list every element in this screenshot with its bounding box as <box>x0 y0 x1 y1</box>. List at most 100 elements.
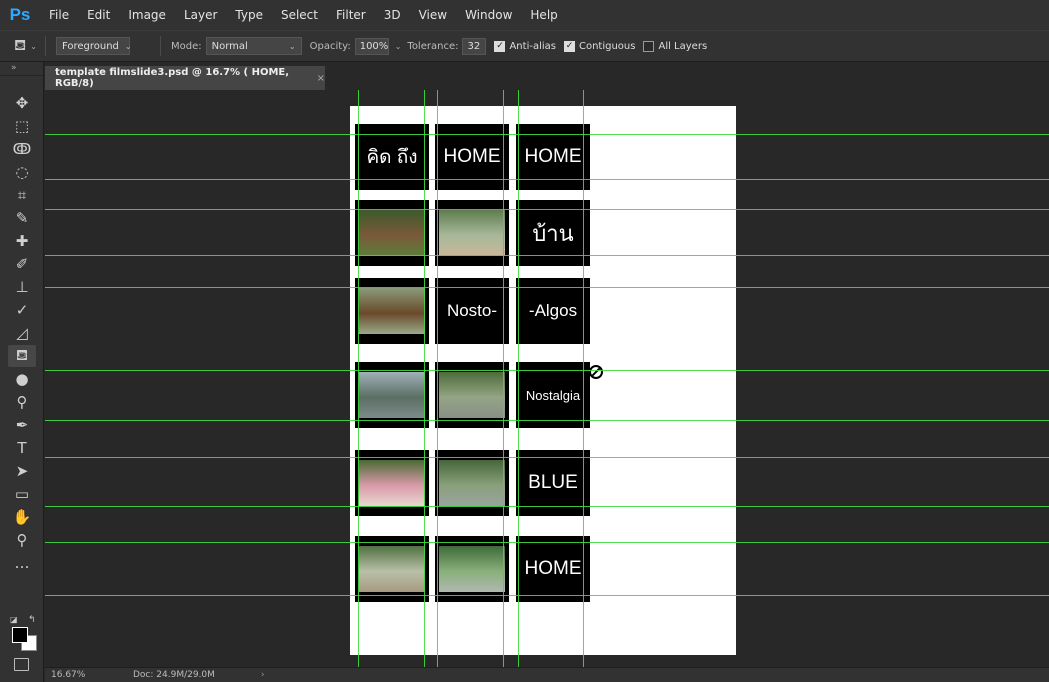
contiguous-checkbox[interactable]: ✓ <box>563 40 575 52</box>
eyedropper-tool-icon[interactable]: ✎ <box>8 207 36 229</box>
horizontal-guide[interactable] <box>45 370 1049 371</box>
hand-tool-icon[interactable]: ✋ <box>8 506 36 528</box>
photoshop-logo: Ps <box>9 5 31 24</box>
menu-image[interactable]: Image <box>119 8 175 22</box>
menu-type[interactable]: Type <box>226 8 272 22</box>
slide-photo-road-through-trees <box>439 372 505 418</box>
paint-bucket-tool-icon[interactable]: ⛾ <box>8 345 36 367</box>
menu-select[interactable]: Select <box>272 8 327 22</box>
slide-text: HOME <box>443 146 501 167</box>
vertical-guide[interactable] <box>437 90 438 667</box>
slide-text: -Algos <box>528 301 578 320</box>
menu-help[interactable]: Help <box>521 8 566 22</box>
vertical-guide[interactable] <box>518 90 519 667</box>
canvas-area[interactable]: คิด ถึง HOME HOME บ้าน Nosto- -Algos Nostalgia… <box>45 90 1049 667</box>
slide-photo-forest-road <box>439 460 505 506</box>
menu-3d[interactable]: 3D <box>375 8 410 22</box>
tolerance-input[interactable]: 32 <box>462 37 487 55</box>
slide-text: HOME <box>524 558 582 579</box>
slide-text: BLUE <box>528 472 578 493</box>
horizontal-guide[interactable] <box>45 542 1049 543</box>
options-bar: ⛾ ⌄ Foreground ⌄ Mode: Normal ⌄ Opacity:… <box>0 30 1049 62</box>
slide-text: HOME <box>524 146 582 167</box>
not-allowed-cursor-icon <box>589 365 603 379</box>
dodge-tool-icon[interactable]: ⚲ <box>8 391 36 413</box>
marquee-tool-icon[interactable]: ⬚ <box>8 115 36 137</box>
lasso-tool-icon[interactable]: ↂ <box>8 138 36 160</box>
photoshop-window: Ps File Edit Image Layer Type Select Filter 3D V… <box>0 0 1049 682</box>
rectangle-tool-icon[interactable]: ▭ <box>8 483 36 505</box>
menu-window[interactable]: Window <box>456 8 521 22</box>
paint-bucket-preset-icon[interactable]: ⛾ <box>14 36 26 56</box>
opacity-label: Opacity: <box>309 40 351 52</box>
fill-source-value: Foreground <box>61 40 119 52</box>
horizontal-guide[interactable] <box>45 209 1049 210</box>
film-slide <box>355 536 429 602</box>
menu-file[interactable]: File <box>40 8 78 22</box>
zoom-level[interactable]: 16.67% <box>45 670 93 680</box>
horizontal-guide[interactable] <box>45 255 1049 256</box>
mode-dropdown[interactable]: Normal ⌄ <box>205 37 302 55</box>
move-tool-icon[interactable]: ✥ <box>8 92 36 114</box>
film-slide: Nostalgia <box>516 362 590 428</box>
vertical-guide[interactable] <box>503 90 504 667</box>
film-slide <box>435 536 509 602</box>
document-tab[interactable]: template filmslide3.psd @ 16.7% ( HOME, … <box>45 66 325 90</box>
document-canvas[interactable]: คิด ถึง HOME HOME บ้าน Nosto- -Algos Nostalgia… <box>350 106 736 655</box>
all-layers-label: All Layers <box>658 40 708 52</box>
slide-photo-tree-lined-road <box>359 546 425 592</box>
chevron-down-icon: ⌄ <box>288 41 296 51</box>
menu-filter[interactable]: Filter <box>327 8 375 22</box>
vertical-guide[interactable] <box>424 90 425 667</box>
crop-tool-icon[interactable]: ⌗ <box>8 184 36 206</box>
history-brush-tool-icon[interactable]: ✓ <box>8 299 36 321</box>
clone-stamp-tool-icon[interactable]: ⊥ <box>8 276 36 298</box>
type-tool-icon[interactable]: T <box>8 437 36 459</box>
slide-photo-wooden-house <box>359 288 425 334</box>
opacity-chevron-icon[interactable]: ⌄ <box>395 42 402 51</box>
zoom-tool-icon[interactable]: ⚲ <box>8 529 36 551</box>
status-bar: 16.67% Doc: 24.9M/29.0M › <box>45 667 1049 682</box>
menu-items: File Edit Image Layer Type Select Filter 3D View… <box>40 8 567 22</box>
document-tab-title: template filmslide3.psd @ 16.7% ( HOME, … <box>55 67 290 89</box>
horizontal-guide[interactable] <box>45 287 1049 288</box>
swap-colors-icon[interactable]: ↰ <box>28 615 36 625</box>
horizontal-guide[interactable] <box>45 506 1049 507</box>
healing-brush-tool-icon[interactable]: ✚ <box>8 230 36 252</box>
tools-collapse-icon[interactable]: » <box>0 62 43 76</box>
brush-tool-icon[interactable]: ✐ <box>8 253 36 275</box>
path-select-tool-icon[interactable]: ➤ <box>8 460 36 482</box>
eraser-tool-icon[interactable]: ◿ <box>8 322 36 344</box>
horizontal-guide[interactable] <box>45 595 1049 596</box>
vertical-guide[interactable] <box>358 90 359 667</box>
vertical-guide[interactable] <box>583 90 584 667</box>
blur-tool-icon[interactable]: ● <box>8 368 36 390</box>
menu-view[interactable]: View <box>410 8 456 22</box>
horizontal-guide[interactable] <box>45 457 1049 458</box>
mode-value: Normal <box>211 40 248 52</box>
status-menu-icon[interactable]: › <box>215 670 265 680</box>
tolerance-value: 32 <box>467 40 481 52</box>
anti-alias-checkbox[interactable]: ✓ <box>494 40 506 52</box>
horizontal-guide[interactable] <box>45 179 1049 180</box>
opacity-input[interactable]: 100% <box>354 37 389 55</box>
menu-edit[interactable]: Edit <box>78 8 119 22</box>
default-colors-icon[interactable]: ◪ <box>10 615 18 624</box>
slide-photo-country-road <box>439 210 505 256</box>
foreground-color-swatch[interactable] <box>12 627 28 643</box>
preset-chevron-icon[interactable]: ⌄ <box>30 42 37 51</box>
menu-layer[interactable]: Layer <box>175 8 226 22</box>
quick-select-tool-icon[interactable]: ◌ <box>8 161 36 183</box>
fill-source-dropdown[interactable]: Foreground ⌄ <box>55 37 132 55</box>
color-swatches: ◪ ↰ <box>10 615 40 651</box>
document-tab-bar: template filmslide3.psd @ 16.7% ( HOME, … <box>45 62 1049 90</box>
pen-tool-icon[interactable]: ✒ <box>8 414 36 436</box>
close-icon[interactable]: × <box>317 73 325 84</box>
quick-mask-icon[interactable] <box>14 658 29 671</box>
horizontal-guide[interactable] <box>45 134 1049 135</box>
all-layers-checkbox[interactable] <box>643 40 655 52</box>
more-tools-icon[interactable]: … <box>8 552 36 574</box>
horizontal-guide[interactable] <box>45 420 1049 421</box>
slide-text: Nosto- <box>446 301 498 320</box>
contiguous-label: Contiguous <box>578 40 636 52</box>
